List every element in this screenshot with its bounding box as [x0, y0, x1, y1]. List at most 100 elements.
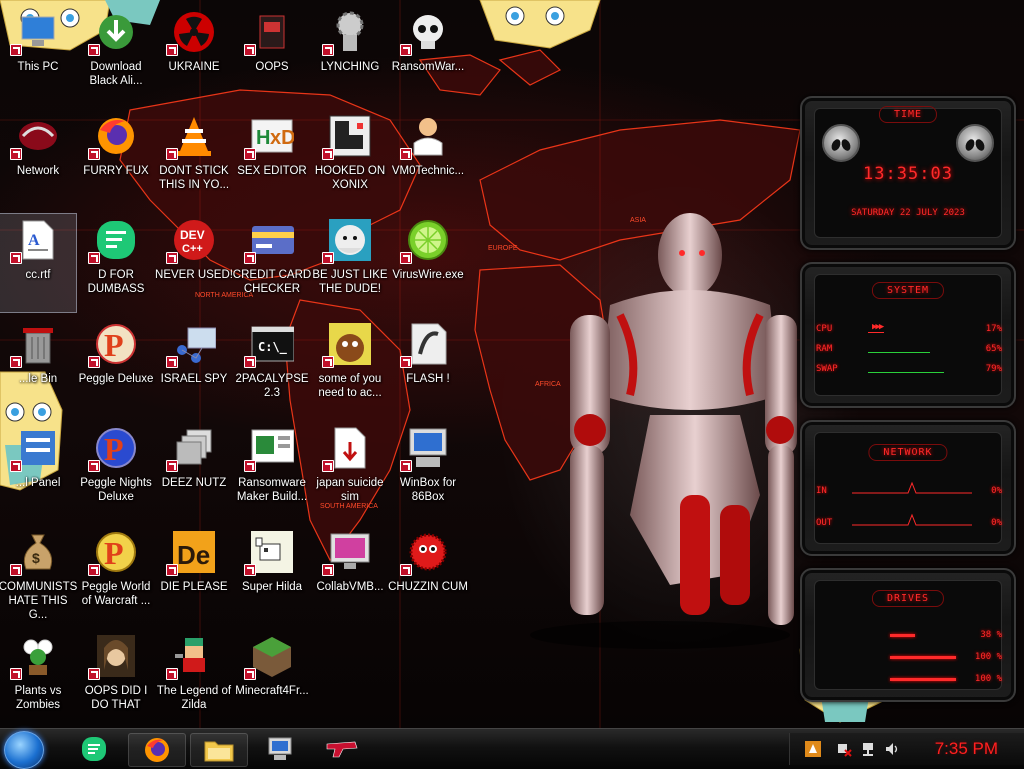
desktop-icon-lime[interactable]: VirusWire.exe [390, 214, 466, 312]
desktop-icon-download[interactable]: Download Black Ali... [78, 6, 154, 104]
desktop-icon-credit-card[interactable]: CREDIT CARD CHECKER [232, 214, 312, 312]
desktop-icon-peggle-wow[interactable]: P Peggle World of Warcraft ... [78, 526, 154, 624]
shortcut-arrow-icon [166, 356, 178, 368]
computer-icon [10, 10, 60, 56]
desktop-icon-rtf-document[interactable]: Acc.rtf [0, 213, 77, 313]
desktop-icon-devcpp[interactable]: DEV C++ NEVER USED! [155, 214, 233, 312]
grass-block-icon [244, 634, 294, 680]
firefox-icon [88, 114, 138, 160]
desktop-icon-peggle[interactable]: P Peggle Deluxe [78, 318, 154, 416]
chat-app-icon [82, 737, 106, 761]
start-button[interactable] [4, 731, 44, 769]
desktop-icon-radiation[interactable]: UKRAINE [156, 6, 232, 104]
network-error-icon[interactable] [836, 741, 852, 757]
shortcut-arrow-icon [400, 148, 412, 160]
desktop-icon-pixel-hero[interactable]: The Legend of Zilda [156, 630, 232, 728]
shortcut-arrow-icon [10, 148, 22, 160]
desktop-icon-label: CREDIT CARD CHECKER [232, 269, 312, 295]
desktop-icon-vlc-cone[interactable]: DONT STICK THIS IN YO... [156, 110, 232, 208]
system-row-label: CPU [816, 324, 833, 334]
system-row-value: 65% [985, 344, 1002, 354]
desktop-icon-grass-block[interactable]: Minecraft4Fr... [234, 630, 310, 728]
desktop-icon-label: SEX EDITOR [237, 165, 307, 177]
desktop-icon-spy-network[interactable]: ISRAEL SPY [156, 318, 232, 416]
desktop-icon-monitor[interactable]: CollabVMB... [312, 526, 388, 624]
terminal-icon: C:\_ [244, 322, 294, 368]
shortcut-arrow-icon [322, 460, 334, 472]
desktop-icon-beaver[interactable]: some of you need to ac... [312, 318, 388, 416]
network-gadget[interactable]: NETWORK IN 0% OUT 0% [800, 420, 1016, 556]
desktop-icon-chuzzle[interactable]: CHUZZIN CUM [388, 526, 468, 624]
desktop-icon-label: FURRY FUX [83, 165, 149, 177]
desktop-icon-winbox[interactable]: WinBox for 86Box [390, 422, 466, 520]
desktop-icon-flash-player[interactable]: FLASH ! [390, 318, 466, 416]
desktop-icon-plant[interactable]: Plants vs Zombies [0, 630, 76, 728]
shortcut-arrow-icon [244, 44, 256, 56]
desktop-icon-hxd[interactable]: HxD SEX EDITOR [234, 110, 310, 208]
desktop-icon-book[interactable]: OOPS [234, 6, 310, 104]
desktop-icon-money-bag[interactable]: $ COMMUNISTS HATE THIS G... [0, 526, 77, 624]
drive-usage-bar [890, 634, 915, 637]
desktop-icon-label: Minecraft4Fr... [235, 685, 309, 697]
desktop-icon-control-panel[interactable]: ...l Panel [0, 422, 76, 520]
desktop-icon-globe-man[interactable]: BE JUST LIKE THE DUDE! [312, 214, 388, 312]
desktop-icon-firefox[interactable]: FURRY FUX [78, 110, 154, 208]
plant-icon [10, 634, 60, 680]
desktop-icon-adobe-de[interactable]: De DIE PLEASE [156, 526, 232, 624]
desktop-icon-doctor[interactable]: VM0Technic... [390, 110, 466, 208]
tray-app-icon[interactable] [804, 740, 822, 758]
shortcut-arrow-icon [244, 460, 256, 472]
desktop-icon-recycle-bin[interactable]: ...le Bin [0, 318, 76, 416]
desktop-icon-ransomware-builder[interactable]: Ransomware Maker Build... [234, 422, 310, 520]
time-gadget-title: TIME [878, 106, 938, 123]
system-tray: 7:35 PM [789, 733, 1024, 765]
taskbar-gun-app[interactable] [314, 733, 370, 765]
svg-text:P: P [104, 327, 124, 363]
taskbar-chat-app[interactable] [66, 733, 122, 765]
taskbar-file-explorer[interactable] [190, 733, 248, 767]
desktop-icon-pixel-dog[interactable]: Super Hilda [234, 526, 310, 624]
network-activity-graph [852, 513, 972, 526]
taskbar-firefox[interactable] [128, 733, 186, 767]
desktop[interactable]: NORTH AMERICA EUROPE AFRICA SOUTH AMERIC… [0, 0, 1024, 728]
firefox-icon [145, 738, 169, 762]
desktop-icon-label: D FOR DUMBASS [87, 269, 145, 295]
taskbar-clock[interactable]: 7:35 PM [935, 739, 998, 759]
shortcut-arrow-icon [88, 148, 100, 160]
shortcut-arrow-icon [88, 356, 100, 368]
svg-text:P: P [104, 535, 124, 571]
time-gadget-date: SATURDAY 22 JULY 2023 [851, 208, 965, 218]
time-gadget[interactable]: TIME 13:35:03 SATURDAY 22 JULY 2023 [800, 96, 1016, 250]
drives-gadget[interactable]: DRIVES 38 % 100 % 100 % [800, 568, 1016, 702]
desktop-icon-portrait[interactable]: OOPS DID I DO THAT [78, 630, 154, 728]
volume-icon[interactable] [884, 741, 900, 757]
desktop-icon-label: DEEZ NUTZ [161, 477, 227, 489]
network-icon[interactable] [860, 741, 876, 757]
svg-text:P: P [104, 431, 124, 467]
desktop-icon-label: RansomWar... [391, 61, 465, 73]
desktop-icon-network[interactable]: Network [0, 110, 76, 208]
shortcut-arrow-icon [88, 668, 100, 680]
desktop-icon-download-document[interactable]: japan suicide sim [312, 422, 388, 520]
desktop-icon-skull[interactable]: RansomWar... [390, 6, 466, 104]
taskbar-winbox[interactable] [252, 733, 308, 765]
desktop-icon-label: Peggle World of Warcraft ... [81, 581, 151, 607]
desktop-icon-xonix[interactable]: HOOKED ON XONIX [312, 110, 388, 208]
desktop-icon-peggle-nights[interactable]: P Peggle Nights Deluxe [78, 422, 154, 520]
beaver-icon [322, 322, 372, 368]
desktop-icon-chat-app[interactable]: D FOR DUMBASS [78, 214, 154, 312]
desktop-icon-label: VirusWire.exe [392, 269, 464, 281]
desktop-icon-label: japan suicide sim [316, 477, 384, 503]
shortcut-arrow-icon [322, 148, 334, 160]
desktop-icon-gear-figure[interactable]: LYNCHING [312, 6, 388, 104]
desktop-icon-windows-stack[interactable]: DEEZ NUTZ [156, 422, 232, 520]
desktop-icon-label: Peggle Nights Deluxe [80, 477, 152, 503]
desktop-icon-computer[interactable]: This PC [0, 6, 76, 104]
desktop-icon-label: ...le Bin [18, 373, 58, 385]
system-gadget[interactable]: SYSTEM CPU 17% RAM 65% SWAP 79% ▶▶▶ [800, 262, 1016, 408]
desktop-icon-terminal[interactable]: C:\_ 2PACALYPSE 2.3 [234, 318, 310, 416]
network-row-label: OUT [816, 518, 833, 528]
shortcut-arrow-icon [400, 252, 412, 264]
shortcut-arrow-icon [166, 460, 178, 472]
svg-text:C:\_: C:\_ [258, 340, 288, 355]
